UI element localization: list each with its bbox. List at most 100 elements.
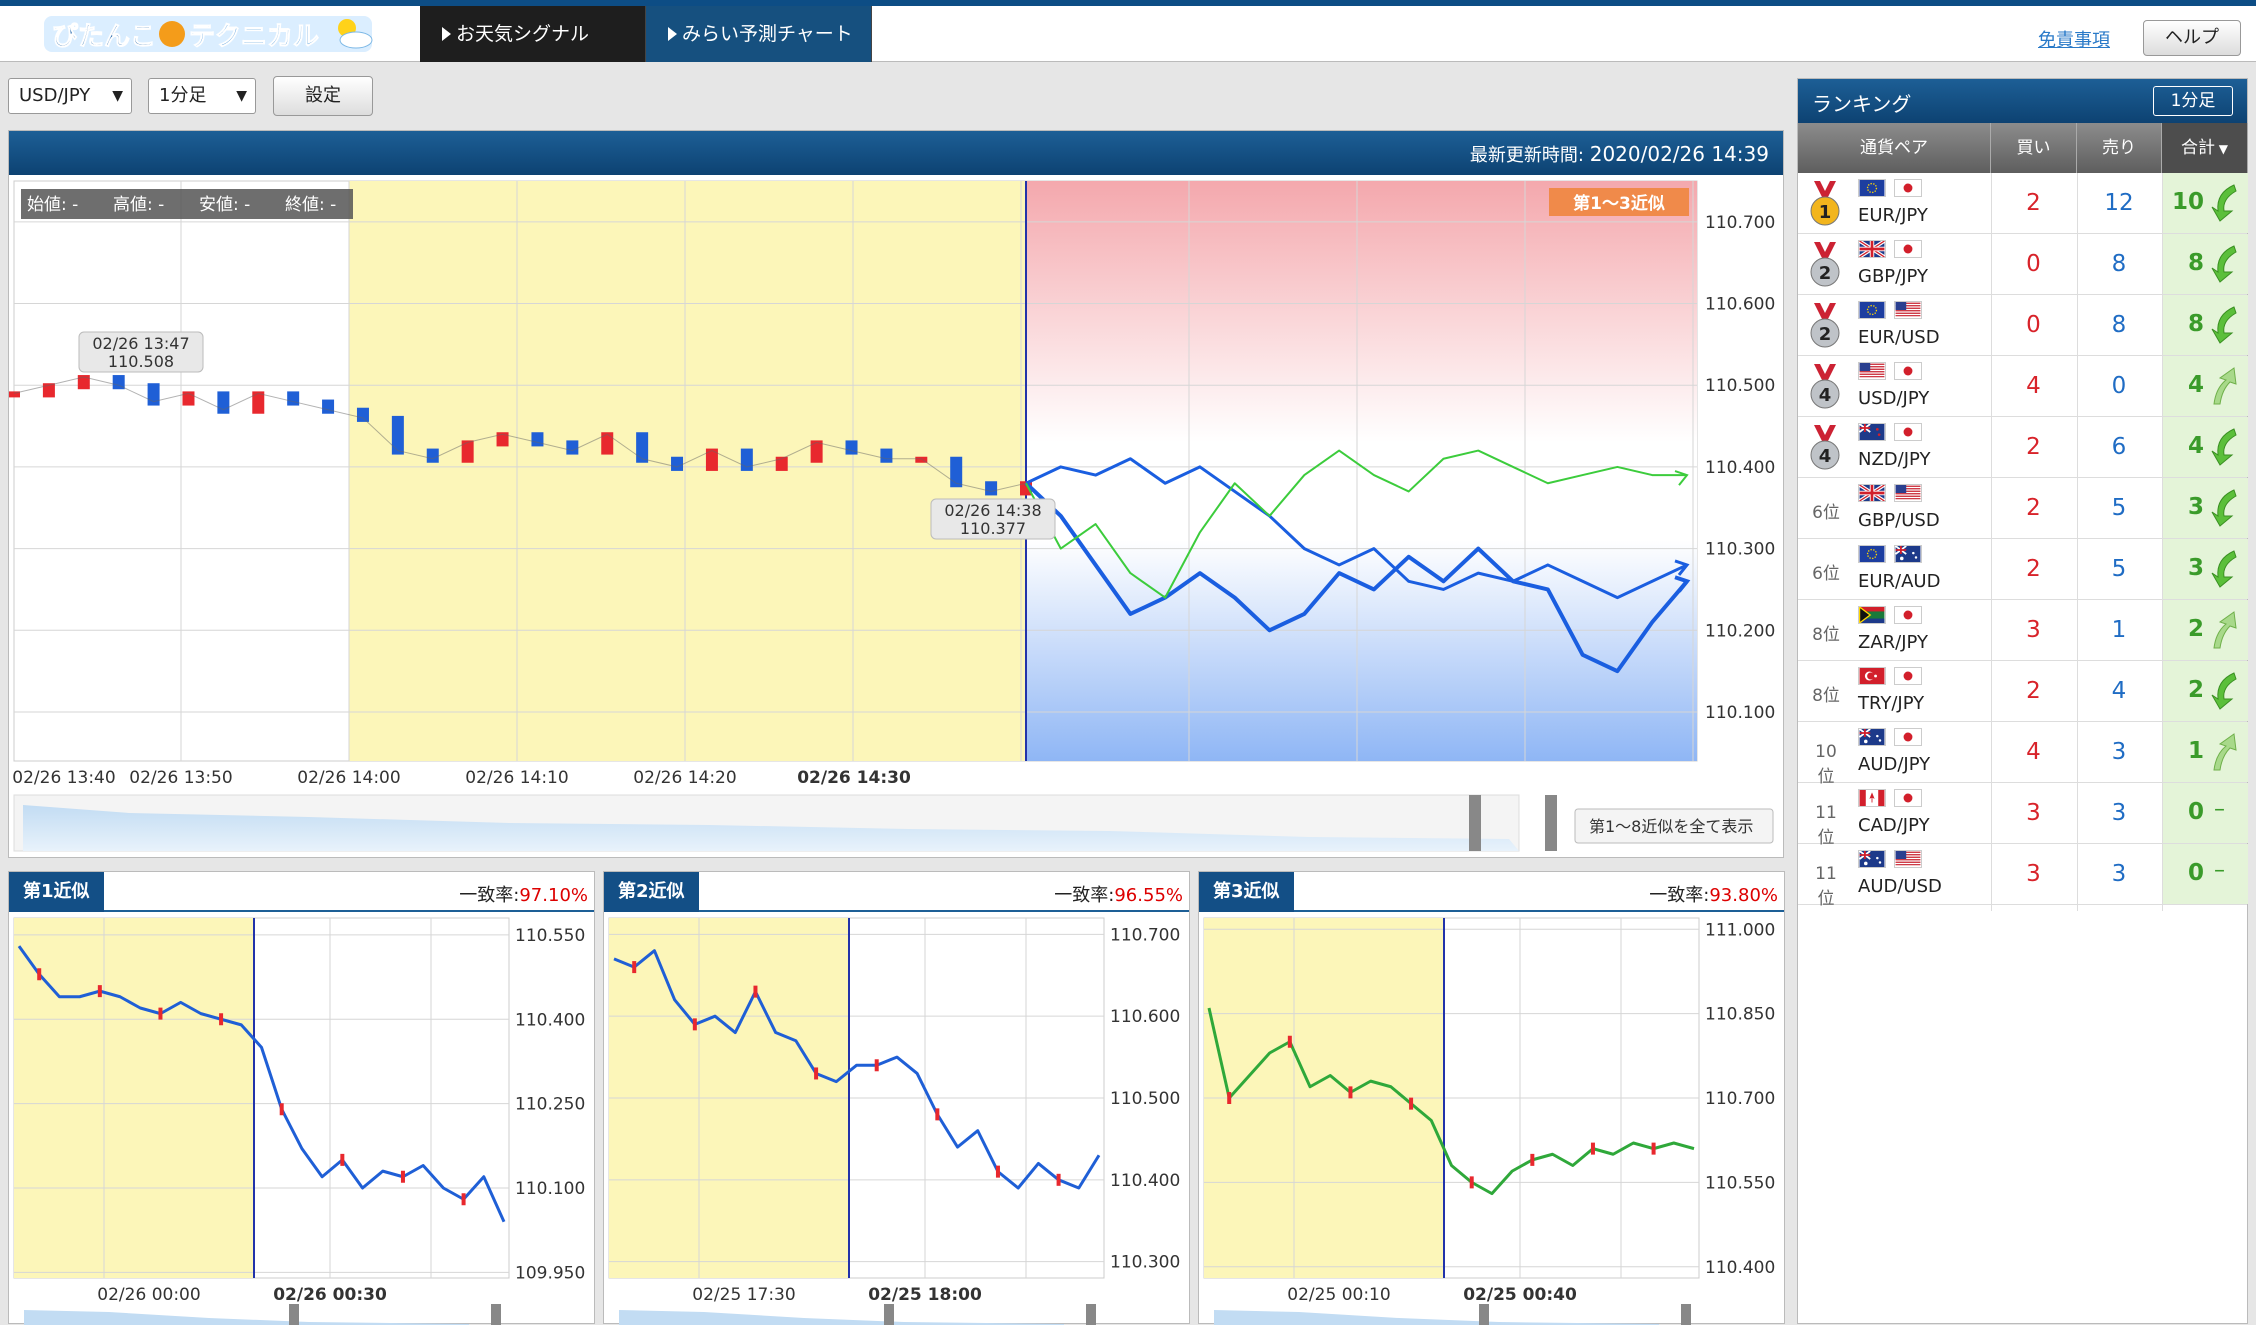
ranking-row[interactable]: 4 NZD/JPY 2 6 4 [1798,417,2248,478]
navigator-handle-left[interactable] [884,1304,894,1325]
pair-name: AUD/JPY [1858,754,1931,775]
buy-count: 2 [2026,434,2041,460]
settings-button[interactable]: 設定 [273,76,373,116]
flag-au-icon [1894,545,1922,563]
help-button[interactable]: ヘルプ [2143,20,2241,56]
ranking-row[interactable]: 8位 ZAR/JPY 3 1 2 [1798,600,2248,661]
subchart-plot[interactable]: 110.700 110.600 110.500 110.400 110.300 02/25… [604,912,1189,1325]
navigator-handle-right[interactable] [1086,1304,1096,1325]
navigator[interactable] [13,794,1557,852]
flag-jp-icon [1894,789,1922,807]
pair-name: USD/JPY [1858,388,1930,409]
ranking-row[interactable]: 4 USD/JPY 4 0 4 [1798,356,2248,417]
main-chart-panel: 最新更新時間: 2020/02/26 14:39 始値: - 高値: - 安値:… [8,130,1784,858]
buy-count: 2 [2026,556,2041,582]
subchart-header: 第3近似 一致率:93.80% [1199,872,1784,912]
arrow-up-icon [2213,733,2237,771]
col-sell[interactable]: 売り [2077,123,2162,173]
subchart-header: 第1近似 一致率:97.10% [9,872,594,912]
flag-nz-icon [1858,423,1886,441]
y-tick-label: 110.100 [515,1179,585,1199]
y-tick-label: 110.550 [515,926,585,946]
pair-name: NZD/JPY [1858,449,1931,470]
total-cell: 2 [2162,600,2248,660]
candle [880,448,893,463]
tab-weather-signal[interactable]: お天気シグナル [420,6,646,62]
navigator-handle-left[interactable] [1469,795,1481,851]
navigator-handle-left[interactable] [1479,1304,1489,1325]
candle [692,1018,697,1031]
ohlc-box: 始値: - 高値: - 安値: - 終値: - [21,189,353,219]
tab-future-chart[interactable]: みらい予測チャート [646,6,872,62]
rank-number: 4 [1819,385,1832,406]
play-icon [442,27,451,41]
candle [935,1108,940,1121]
buy-count: 0 [2026,251,2041,277]
total-value: 8 [2187,250,2204,276]
total-value: 10 [2171,189,2204,215]
buy-count: 0 [2026,312,2041,338]
x-tick-label: 02/26 14:00 [297,768,400,788]
sell-count: 4 [2111,678,2127,704]
subchart-title: 第1近似 [9,872,104,912]
ranking-row[interactable]: 8位 TRY/JPY 2 4 2 [1798,661,2248,722]
col-total[interactable]: 合計 ▼ [2162,123,2248,173]
navigator[interactable] [1214,1310,1659,1325]
match-rate: 一致率:97.10% [459,881,588,907]
app-logo[interactable]: ぴたんこ テクニカル [44,12,374,56]
ranking-row[interactable]: 11位 CAD/JPY 3 3 0– [1798,783,2248,848]
column-divider [2162,173,2163,911]
navigator-handle-right[interactable] [1681,1304,1691,1325]
x-tick-label: 02/26 00:30 [273,1285,387,1305]
tooltip-price: 110.508 [108,352,174,371]
col-buy[interactable]: 買い [1991,123,2077,173]
currency-pair-select[interactable]: USD/JPY ▼ [8,78,132,114]
ranking-row[interactable]: 6位 EUR/AUD 2 5 3 [1798,539,2248,600]
svg-text:ぴたんこ: ぴたんこ [52,22,156,52]
candle [279,1103,284,1116]
ranking-row[interactable]: 2 EUR/USD 0 8 8 [1798,295,2248,356]
update-label: 最新更新時間: [1469,145,1584,166]
flag-us-icon [1894,484,1922,502]
subchart-plot[interactable]: 110.550 110.400 110.250 110.100 109.950 02/26… [9,912,594,1325]
total-value: 1 [2187,738,2204,764]
x-tick-label: 02/26 13:50 [129,768,232,788]
col-total-label: 合計 [2180,138,2215,158]
x-tick-label: 02/26 14:30 [797,768,911,788]
candle [158,1007,163,1020]
tooltip-price: 110.377 [960,519,1026,538]
ranking-timeframe[interactable]: 1分足 [2153,86,2233,116]
ranking-row[interactable]: 2 GBP/JPY 0 8 8 [1798,234,2248,295]
subchart-header: 第2近似 一致率:96.55% [604,872,1189,912]
navigator[interactable] [619,1310,1064,1325]
subchart-plot[interactable]: 111.000 110.850 110.700 110.550 110.400 02/25… [1199,912,1784,1325]
col-pair[interactable]: 通貨ペア [1798,123,1991,173]
show-all-button[interactable]: 第1〜8近似を全て表示 [1574,808,1774,844]
similar-chart-2: 第2近似 一致率:96.55% 110.700 110.600 110.500 110… [603,871,1190,1325]
candle [1056,1173,1061,1186]
y-tick-label: 110.200 [1705,621,1775,641]
candle [1469,1176,1474,1189]
ranking-row[interactable]: 1 EUR/JPY 2 12 10 [1798,173,2248,234]
timeframe-select[interactable]: 1分足 ▼ [148,78,256,114]
flag-za-icon [1858,606,1886,624]
navigator-handle-right[interactable] [1545,795,1557,851]
similar-chart-1: 第1近似 一致率:97.10% 110.550 110.400 110.250 110… [8,871,595,1325]
subchart-title: 第2近似 [604,872,699,912]
navigator[interactable] [24,1310,469,1325]
ohlc-close: 終値: - [285,195,336,215]
ranking-row[interactable]: 10位 AUD/JPY 4 3 1 [1798,722,2248,787]
total-value: 4 [2187,433,2204,459]
sell-count: 3 [2111,739,2127,765]
ranking-row[interactable]: 6位 GBP/USD 2 5 3 [1798,478,2248,539]
main-chart[interactable]: 始値: - 高値: - 安値: - 終値: - 第1〜3近似 02/26 13:… [9,175,1783,857]
navigator-handle-left[interactable] [289,1304,299,1325]
navigator-handle-right[interactable] [491,1304,501,1325]
candle [391,415,404,455]
buy-count: 2 [2026,495,2041,521]
disclaimer-link[interactable]: 免責事項 [2038,26,2110,52]
dash-icon: – [2214,797,2225,822]
tooltip-start: 02/26 13:47 110.508 [78,331,204,373]
ranking-row[interactable]: 11位 AUD/USD 3 3 0– [1798,844,2248,909]
total-value: 2 [2187,616,2204,642]
